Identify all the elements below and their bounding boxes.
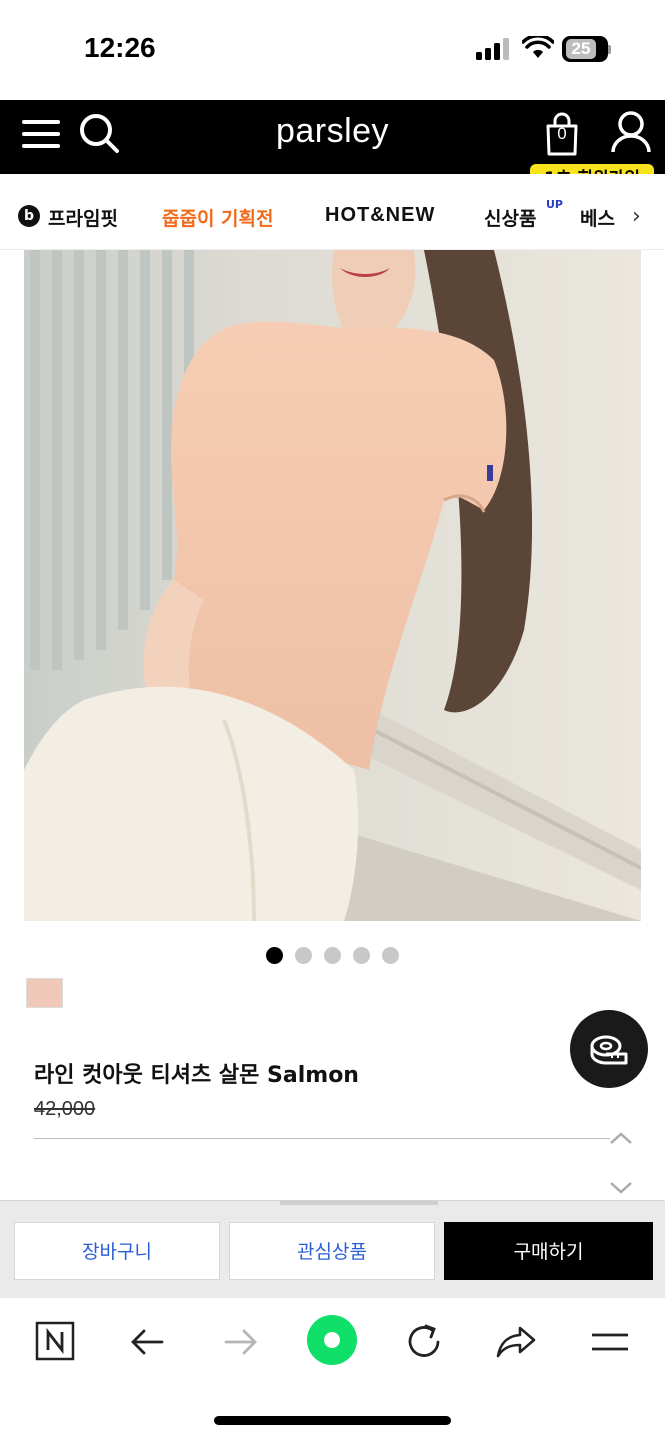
reload-icon[interactable]	[402, 1320, 446, 1364]
color-swatch[interactable]	[26, 978, 63, 1008]
chevron-up-icon[interactable]	[608, 1130, 634, 1146]
signal-icon	[476, 38, 509, 60]
nav-item-new-arrivals-label: 신상품	[484, 208, 537, 230]
product-image[interactable]	[24, 250, 641, 921]
home-indicator[interactable]	[214, 1416, 451, 1425]
carousel-dot[interactable]	[295, 947, 312, 964]
page: 12:26 25 parsley 0 b 프라임핏 줍줍이 기획전 HOT&NE…	[0, 0, 665, 1440]
cart-count: 0	[557, 124, 567, 143]
product-price: 42,000	[34, 1098, 96, 1120]
primefit-logo-icon: b	[18, 205, 40, 227]
battery-icon: 25	[562, 36, 608, 62]
measuring-tape-icon	[590, 1035, 628, 1065]
purchase-bar: 장바구니 관심상품 구매하기	[0, 1200, 665, 1298]
add-to-cart-button[interactable]: 장바구니	[14, 1222, 220, 1280]
back-icon[interactable]	[126, 1320, 170, 1364]
nav-item-best[interactable]: 베스	[580, 204, 615, 231]
user-icon[interactable]	[610, 110, 652, 154]
product-photo	[24, 250, 641, 921]
wifi-icon	[522, 36, 554, 58]
share-icon[interactable]	[494, 1320, 538, 1364]
menu-icon[interactable]	[588, 1320, 632, 1364]
battery-level: 25	[566, 39, 596, 59]
nav-item-new-arrivals[interactable]: 신상품 UP	[484, 198, 563, 231]
wishlist-button[interactable]: 관심상품	[229, 1222, 435, 1280]
site-header: parsley 0	[0, 100, 665, 174]
size-guide-button[interactable]	[570, 1010, 648, 1088]
up-tag: UP	[546, 198, 563, 211]
drag-handle[interactable]	[280, 1201, 438, 1205]
category-nav: b 프라임핏 줍줍이 기획전 HOT&NEW 신상품 UP 베스 ›	[0, 174, 665, 250]
green-dot-icon[interactable]	[306, 1314, 358, 1366]
product-name: 라인 컷아웃 티셔츠 살몬 Salmon	[34, 1063, 359, 1088]
buy-now-button[interactable]: 구매하기	[444, 1222, 653, 1280]
carousel-dot[interactable]	[353, 947, 370, 964]
status-time: 12:26	[84, 32, 156, 63]
forward-icon[interactable]	[218, 1320, 262, 1364]
carousel-dots	[266, 947, 399, 964]
chevron-right-icon[interactable]: ›	[632, 204, 641, 229]
nav-item-special[interactable]: 줍줍이 기획전	[162, 204, 274, 231]
status-bar: 12:26 25	[0, 0, 665, 100]
carousel-dot[interactable]	[266, 947, 283, 964]
carousel-dot[interactable]	[382, 947, 399, 964]
nav-item-primefit[interactable]: 프라임핏	[48, 204, 118, 231]
nav-item-hot-new[interactable]: HOT&NEW	[325, 204, 435, 227]
divider	[34, 1138, 610, 1139]
carousel-dot[interactable]	[324, 947, 341, 964]
browser-toolbar	[0, 1298, 665, 1440]
chevron-down-icon[interactable]	[608, 1180, 634, 1196]
battery-nub	[608, 45, 611, 54]
naver-icon[interactable]	[34, 1320, 78, 1364]
